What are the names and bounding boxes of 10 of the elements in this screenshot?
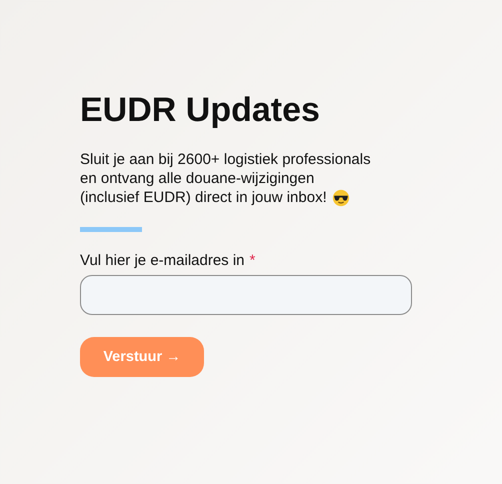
required-mark: * [250,252,256,269]
submit-button[interactable]: Verstuur → [80,337,204,377]
page-title: EUDR Updates [80,90,320,130]
email-input-field[interactable] [80,275,412,315]
intro-text-line: (inclusief EUDR) direct in jouw inbox! [80,188,327,207]
intro-text-line: en ontvang alle douane-wijzigingen [80,169,314,188]
accent-bar [80,227,142,232]
sunglasses-emoji-icon [332,188,350,206]
email-label: Vul hier je e-mailadres in [80,252,245,269]
intro-text-line: Sluit je aan bij 2600+ logistiek professionals [80,150,371,169]
